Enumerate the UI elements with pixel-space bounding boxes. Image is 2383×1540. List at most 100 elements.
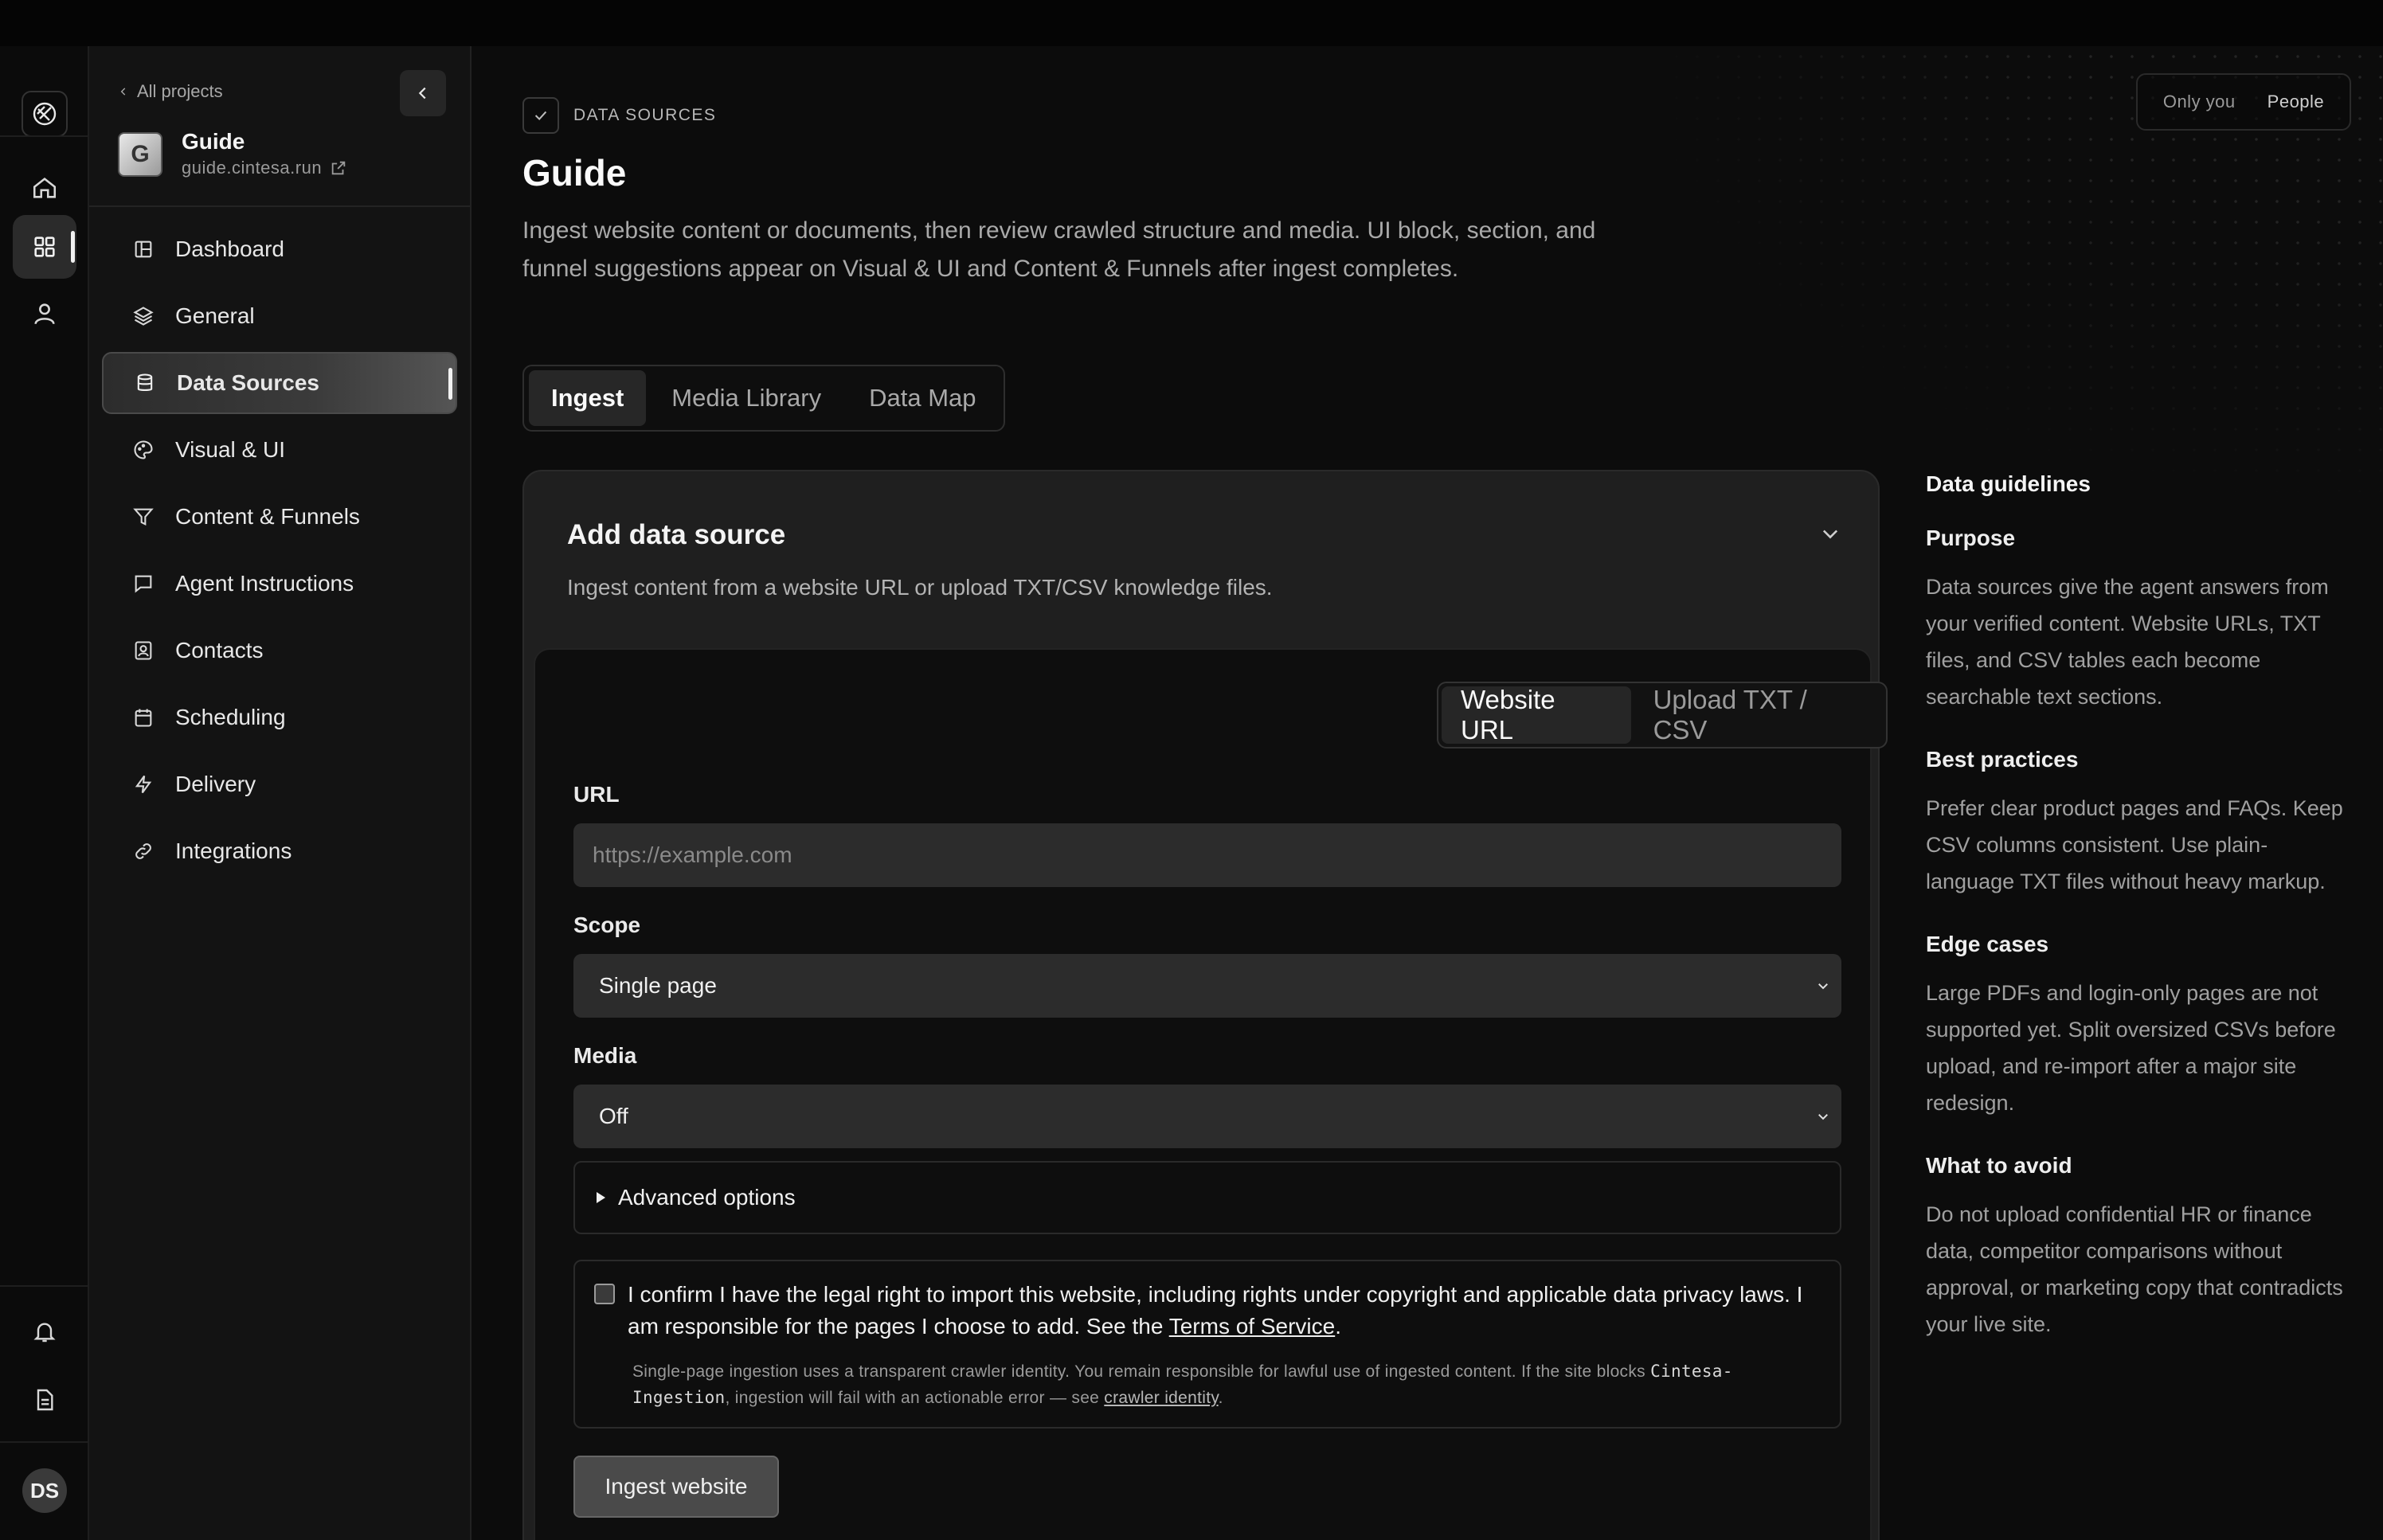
database-icon [137,373,153,391]
advanced-options-toggle[interactable]: Advanced options [573,1161,1841,1234]
add-data-source-card: Add data source Ingest content from a we… [522,470,1888,1540]
rail-divider [0,1285,88,1287]
chevron-down-icon [1818,1114,1828,1120]
window-top-bar [0,0,2383,46]
breadcrumb-label: DATA SOURCES [573,106,717,124]
guideline-heading: Best practices [1926,747,2079,772]
sidebar-item-label: Delivery [175,772,256,796]
ingest-website-button[interactable]: Ingest website [573,1456,779,1518]
sidebar-item-label: Contacts [175,638,264,663]
chevron-left-icon [120,88,126,96]
lightning-icon [135,775,152,794]
section-tabs: Ingest Media Library Data Map [522,365,1005,432]
dashboard-icon [135,240,152,258]
chevron-down-icon[interactable] [1819,522,1841,549]
guideline-body: Do not upload confidential HR or finance… [1926,1202,2343,1336]
sidebar-item-data-sources[interactable]: Data Sources [102,352,457,414]
terms-of-service-link[interactable]: Terms of Service [1169,1314,1336,1339]
page-title: Guide [522,152,627,193]
data-guidelines-panel: Data guidelines Purpose Data sources giv… [1926,471,2356,1374]
url-label: URL [573,782,620,807]
tab-ingest[interactable]: Ingest [529,370,647,426]
url-input[interactable] [573,823,1841,887]
card-subtitle: Ingest content from a website URL or upl… [567,575,1273,600]
mode-website-url[interactable]: Website URL [1442,685,1631,745]
ingest-form: Website URL Upload TXT / CSV URL Scope S… [534,648,1888,1540]
collapse-sidebar-button[interactable] [400,70,446,116]
link-icon [135,843,151,859]
visibility-only-you[interactable]: Only you [2163,92,2236,112]
fine-print-text-2: , ingestion will fail with an actionable… [725,1389,1100,1407]
tab-data-map[interactable]: Data Map [847,370,998,426]
sidebar-item-integrations[interactable]: Integrations [102,820,457,882]
home-icon[interactable] [13,156,76,220]
sidebar-item-label: Integrations [175,838,292,863]
legal-consent-checkbox[interactable] [594,1284,615,1304]
all-projects-link[interactable]: All projects [118,81,223,102]
visibility-toggle: Only you People [2136,73,2351,131]
breadcrumb: DATA SOURCES [522,97,716,134]
rail-divider [0,1441,88,1443]
sidebar-item-label: General [175,303,255,328]
guideline-heading: Purpose [1926,526,2016,550]
sidebar-item-scheduling[interactable]: Scheduling [102,686,457,749]
sidebar-item-label: Data Sources [177,370,319,395]
sidebar-item-delivery[interactable]: Delivery [102,753,457,815]
guideline-body: Large PDFs and login-only pages are not … [1926,981,2336,1115]
source-mode-toggle: Website URL Upload TXT / CSV [1437,682,1888,749]
sidebar-item-dashboard[interactable]: Dashboard [102,218,457,280]
project-url-link[interactable]: guide.cintesa.run [182,158,347,178]
scope-value: Single page [599,973,717,998]
sidebar-nav: Dashboard General Data Sources Visual & … [102,218,457,887]
icon-rail: DS [0,46,89,1540]
layers-icon [133,307,154,326]
check-icon [522,97,559,134]
sidebar-divider [89,205,470,207]
sidebar-item-general[interactable]: General [102,285,457,347]
triangle-right-icon [597,1192,605,1203]
chevron-left-icon [418,87,426,100]
sidebar-item-contacts[interactable]: Contacts [102,620,457,682]
legal-consent-box: I confirm I have the legal right to impo… [573,1260,1841,1429]
external-link-icon [331,161,346,175]
projects-grid-icon[interactable] [13,215,76,279]
calendar-icon [135,709,152,727]
project-url: guide.cintesa.run [182,158,323,178]
fine-print-text: Single-page ingestion uses a transparent… [632,1362,1645,1381]
crawler-fine-print: Single-page ingestion uses a transparent… [632,1362,1733,1407]
guideline-heading: Edge cases [1926,932,2049,956]
visibility-people[interactable]: People [2268,92,2325,112]
consent-text: I confirm I have the legal right to impo… [628,1282,1803,1339]
sidebar-item-agent-instructions[interactable]: Agent Instructions [102,553,457,615]
guideline-heading: What to avoid [1926,1153,2072,1178]
message-icon [135,575,152,593]
tab-media-library[interactable]: Media Library [649,370,843,426]
guidelines-title: Data guidelines [1926,471,2091,496]
document-icon[interactable] [13,1368,76,1432]
advanced-options-label: Advanced options [618,1185,796,1210]
sidebar-item-content-funnels[interactable]: Content & Funnels [102,486,457,548]
media-select[interactable]: Off [573,1085,1841,1148]
sidebar-item-label: Visual & UI [175,437,285,462]
project-name: Guide [182,129,245,154]
scope-select[interactable]: Single page [573,954,1841,1018]
sidebar-item-visual-ui[interactable]: Visual & UI [102,419,457,481]
crawler-identity-link[interactable]: crawler identity [1104,1389,1218,1407]
card-title: Add data source [567,519,786,550]
palette-icon [134,440,153,459]
sidebar-item-label: Scheduling [175,705,286,729]
contact-card-icon [135,641,152,660]
page-description: Ingest website content or documents, the… [522,217,1596,282]
user-icon[interactable] [13,282,76,346]
sidebar-item-label: Content & Funnels [175,504,360,529]
mode-upload-txt-csv[interactable]: Upload TXT / CSV [1634,685,1883,745]
guideline-body: Data sources give the agent answers from… [1926,575,2329,709]
sidebar-item-label: Agent Instructions [175,571,354,596]
rail-divider [0,135,88,137]
media-label: Media [573,1043,637,1068]
avatar[interactable]: DS [22,1468,67,1513]
scope-label: Scope [573,913,641,937]
guideline-body: Prefer clear product pages and FAQs. Kee… [1926,796,2343,893]
app-logo-icon[interactable] [22,91,68,137]
bell-icon[interactable] [13,1300,76,1363]
